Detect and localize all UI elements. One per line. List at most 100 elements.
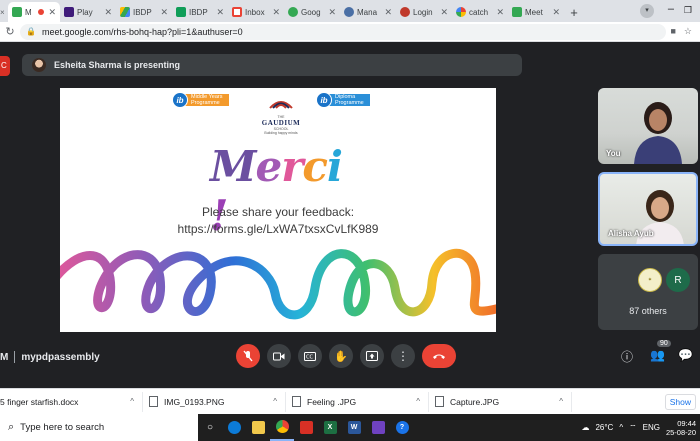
- url-input[interactable]: 🔒 meet.google.com/rhs-bohq-hap?pli=1&aut…: [20, 23, 667, 40]
- meet-favicon-icon: [512, 7, 522, 17]
- tab-ibdp-2[interactable]: IBDP ✕: [172, 2, 228, 22]
- camera-button[interactable]: [267, 344, 291, 368]
- downloads-bar: 5 finger starfish.docx ^ IMG_0193.PNG ^ …: [0, 388, 700, 414]
- more-options-button[interactable]: ⋮: [391, 344, 415, 368]
- language[interactable]: ENG: [643, 423, 660, 432]
- merci-letter: i: [326, 142, 343, 191]
- people-count-badge: 90: [657, 340, 671, 347]
- chrome-icon[interactable]: [270, 414, 294, 441]
- clock[interactable]: 09:44 25-08-20: [666, 419, 696, 437]
- download-item[interactable]: Feeling .JPG ^: [286, 391, 429, 412]
- dp-text-2: Programme: [335, 100, 364, 106]
- windows-taskbar: ⌕ Type here to search ○ X W ? ☁ 26°C ^ ⌔…: [0, 414, 700, 441]
- screen: × M ✕ Play ✕ IBDP ✕ IBDP ✕ Inbox ✕ Goog …: [0, 0, 700, 441]
- lock-icon[interactable]: 🔒: [26, 27, 36, 36]
- tab-label: M: [25, 7, 32, 17]
- info-icon[interactable]: ⓘ: [621, 348, 633, 365]
- clock-date: 25-08-20: [665, 427, 696, 437]
- edge-icon[interactable]: [222, 414, 246, 441]
- close-icon[interactable]: ✕: [104, 7, 112, 18]
- taskbar-search-input[interactable]: ⌕ Type here to search: [0, 414, 198, 441]
- captions-button[interactable]: CC: [298, 344, 322, 368]
- tab-search-icon[interactable]: ▾: [640, 4, 654, 18]
- feedback-link[interactable]: https://forms.gle/LxWA7txsxCvLfK989: [60, 221, 496, 238]
- captions-icon: CC: [304, 351, 316, 361]
- excel-icon[interactable]: X: [318, 414, 342, 441]
- others-avatars: ✶ R: [638, 268, 690, 292]
- mic-off-button[interactable]: [236, 344, 260, 368]
- new-tab-button[interactable]: +: [564, 2, 584, 22]
- tab-mana[interactable]: Mana ✕: [340, 2, 396, 22]
- myp-label: Middle Years Programme: [185, 94, 229, 106]
- participant-tile-alisha[interactable]: Alisha Ayub: [598, 172, 698, 246]
- google-favicon-icon: [456, 7, 466, 17]
- tab-google[interactable]: Goog ✕: [284, 2, 340, 22]
- close-icon[interactable]: ×: [0, 8, 5, 17]
- help-icon[interactable]: ?: [390, 414, 414, 441]
- close-icon[interactable]: ✕: [440, 7, 448, 18]
- address-bar: ↻ 🔒 meet.google.com/rhs-bohq-hap?pli=1&a…: [0, 22, 700, 42]
- download-item[interactable]: 5 finger starfish.docx ^: [0, 391, 143, 412]
- close-icon[interactable]: ✕: [496, 7, 504, 18]
- file-icon: [292, 396, 301, 407]
- merci-letter: c: [302, 142, 328, 191]
- tab-login[interactable]: Login ✕: [396, 2, 452, 22]
- meeting-details[interactable]: M mypdpassembly: [0, 351, 100, 363]
- shield-favicon-icon: [400, 7, 410, 17]
- tab-meet-2[interactable]: Meet ✕: [508, 2, 564, 22]
- download-filename: 5 finger starfish.docx: [0, 396, 79, 407]
- presenter-avatar: [32, 58, 46, 72]
- bookmark-star-icon[interactable]: ☆: [684, 26, 692, 37]
- close-icon[interactable]: ✕: [216, 7, 224, 18]
- school-logo: THE GAUDIUM SCHOOL Building happy minds: [256, 96, 306, 135]
- tab-partial[interactable]: ×: [0, 2, 8, 22]
- chevron-up-icon[interactable]: ^: [273, 397, 277, 406]
- participant-tile-others[interactable]: ✶ R 87 others: [598, 254, 698, 330]
- svg-text:CC: CC: [306, 354, 313, 360]
- close-icon[interactable]: ✕: [48, 7, 56, 18]
- reload-icon[interactable]: ↻: [0, 25, 20, 38]
- people-icon[interactable]: 👥: [650, 348, 665, 362]
- chevron-up-icon[interactable]: ^: [416, 397, 420, 406]
- weather-temp[interactable]: 26°C: [595, 423, 613, 432]
- word-icon[interactable]: W: [342, 414, 366, 441]
- chevron-up-icon[interactable]: ^: [559, 397, 563, 406]
- close-icon[interactable]: ✕: [552, 7, 560, 18]
- chevron-up-icon[interactable]: ^: [619, 423, 623, 432]
- chevron-up-icon[interactable]: ^: [130, 397, 134, 406]
- present-button[interactable]: [360, 344, 384, 368]
- camera-icon[interactable]: ■: [670, 26, 675, 37]
- close-icon[interactable]: ✕: [384, 7, 392, 18]
- download-item[interactable]: IMG_0193.PNG ^: [143, 391, 286, 412]
- tab-inbox[interactable]: Inbox ✕: [228, 2, 284, 22]
- participant-tile-you[interactable]: You: [598, 88, 698, 164]
- tab-play[interactable]: Play ✕: [60, 2, 116, 22]
- raise-hand-button[interactable]: ✋: [329, 344, 353, 368]
- leave-call-button[interactable]: [422, 344, 456, 368]
- show-all-button[interactable]: Show: [664, 394, 696, 410]
- close-icon[interactable]: ✕: [160, 7, 168, 18]
- minimize-icon[interactable]: –: [668, 3, 674, 15]
- maximize-icon[interactable]: ❐: [684, 5, 692, 16]
- download-item[interactable]: Capture.JPG ^: [429, 391, 572, 412]
- photos-icon[interactable]: [366, 414, 390, 441]
- call-controls: CC ✋ ⋮: [236, 344, 456, 368]
- tab-ibdp-1[interactable]: IBDP ✕: [116, 2, 172, 22]
- close-icon[interactable]: ✕: [272, 7, 280, 18]
- chat-icon[interactable]: 💬: [678, 348, 693, 362]
- chat-favicon-icon: [288, 7, 298, 17]
- tab-label: Play: [77, 7, 93, 17]
- task-view-icon[interactable]: ○: [198, 414, 222, 441]
- tab-catch[interactable]: catch ✕: [452, 2, 508, 22]
- close-icon[interactable]: ✕: [328, 7, 336, 18]
- tab-label: Inbox: [245, 7, 265, 17]
- feedback-line-1: Please share your feedback:: [201, 205, 355, 219]
- tab-label: IBDP: [189, 7, 208, 17]
- left-edge-badge[interactable]: C: [0, 56, 10, 76]
- presenter-banner: Esheita Sharma is presenting: [22, 54, 522, 76]
- tab-meet-active[interactable]: M ✕: [8, 2, 60, 22]
- meet-favicon-icon: [12, 7, 22, 17]
- app-red-icon[interactable]: [294, 414, 318, 441]
- wifi-icon[interactable]: ⌔: [629, 423, 637, 433]
- file-explorer-icon[interactable]: [246, 414, 270, 441]
